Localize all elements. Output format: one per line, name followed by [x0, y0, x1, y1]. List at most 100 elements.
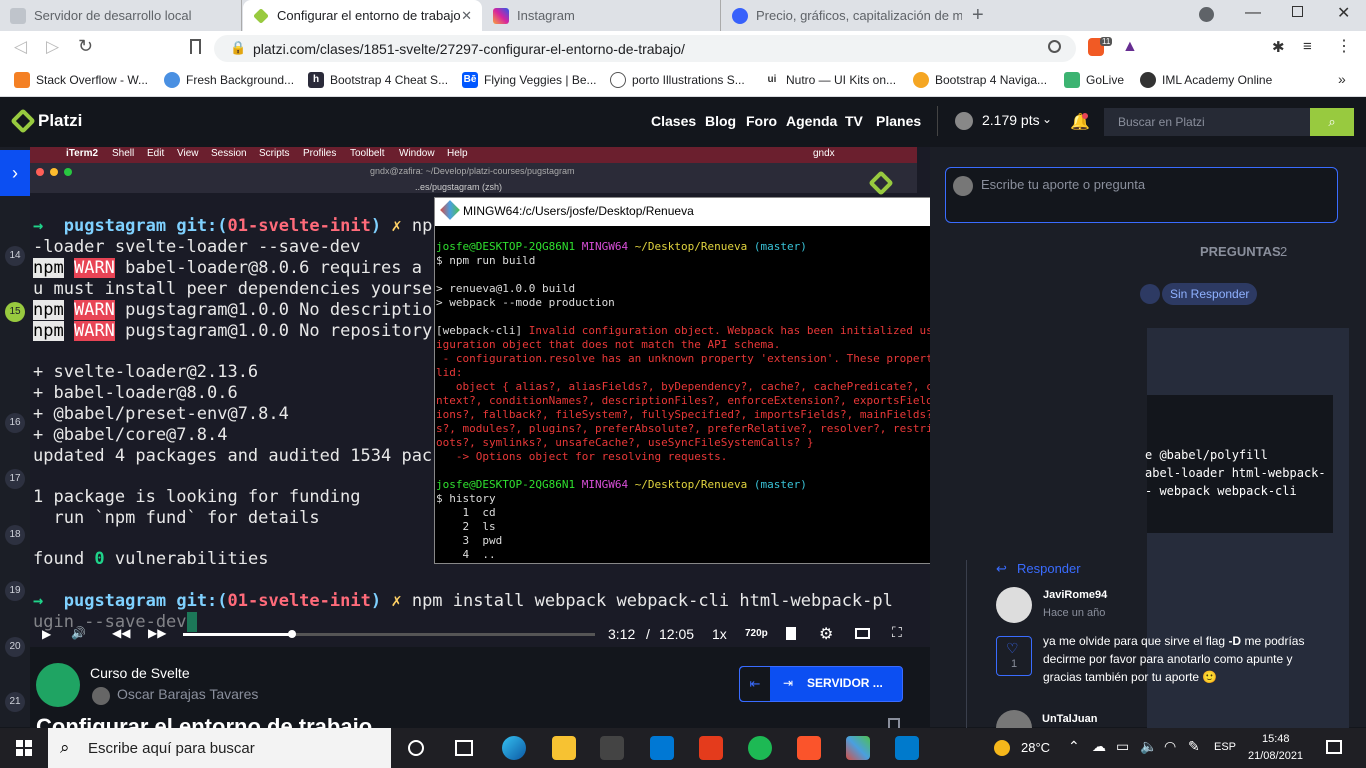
nav-foro[interactable]: Foro — [746, 113, 777, 129]
search-button[interactable]: ⌕ — [1310, 108, 1354, 136]
teacher-name[interactable]: Oscar Barajas Tavares — [117, 686, 258, 702]
timeline-item[interactable]: 17 — [5, 469, 25, 489]
reply-link[interactable]: Responder — [1017, 561, 1081, 576]
timeline-item[interactable]: 18 — [5, 525, 25, 545]
prev-class-icon[interactable]: ⇤ — [740, 667, 770, 701]
clock-time[interactable]: 15:48 — [1262, 733, 1290, 745]
comment-author[interactable]: JaviRome94 — [1043, 589, 1107, 601]
tab-servidor[interactable]: Servidor de desarrollo local — [0, 0, 242, 31]
brave-icon[interactable] — [797, 736, 821, 760]
tab-configurar[interactable]: Configurar el entorno de trabajo ✕ — [243, 0, 482, 31]
task-view-icon[interactable] — [455, 740, 473, 756]
zoom-icon[interactable] — [1048, 40, 1061, 53]
store-icon[interactable] — [600, 736, 624, 760]
tab-instagram[interactable]: Instagram — [483, 0, 721, 31]
reload-icon[interactable]: ↻ — [78, 36, 93, 57]
fullscreen-icon[interactable]: ⛶ — [892, 624, 902, 641]
tab-search-icon[interactable] — [1199, 7, 1214, 22]
nav-clases[interactable]: Clases — [651, 113, 696, 129]
menu-icon[interactable]: ⋮ — [1336, 36, 1352, 56]
quality-button[interactable]: 720p — [745, 628, 768, 639]
vscode-icon[interactable] — [895, 736, 919, 760]
file-explorer-icon[interactable] — [552, 736, 576, 760]
bookmark-porto[interactable]: porto Illustrations S... — [610, 72, 745, 88]
show-hidden-icons-icon[interactable]: ⌃ — [1068, 738, 1080, 755]
office-icon[interactable] — [699, 736, 723, 760]
speed-button[interactable]: 1x — [712, 626, 727, 642]
terminal-line: + @babel/preset-env@7.8.4 — [33, 404, 289, 424]
pip-icon[interactable] — [855, 628, 870, 639]
comment-input[interactable] — [945, 167, 1338, 223]
wifi-icon[interactable]: ◠ — [1164, 738, 1176, 755]
bookmark-bootstrap-navigation[interactable]: Bootstrap 4 Naviga... — [913, 72, 1047, 88]
reading-list-icon[interactable]: ≡ — [1303, 38, 1312, 55]
flag-icon[interactable] — [888, 718, 900, 728]
cloud-icon[interactable]: ☁ — [1092, 738, 1106, 755]
course-badge-icon[interactable] — [36, 663, 80, 707]
volume-icon[interactable]: 🔊 — [71, 626, 86, 640]
progress-handle[interactable] — [288, 630, 296, 638]
bookmark-nutro[interactable]: ui Nutro — UI Kits on... — [764, 72, 896, 88]
timeline-item[interactable]: 20 — [5, 637, 25, 657]
play-icon[interactable]: ▶ — [42, 627, 51, 641]
filter-sin-responder[interactable]: Sin Responder — [1162, 283, 1258, 305]
language-indicator[interactable]: ESP — [1214, 741, 1236, 753]
forward-icon[interactable]: ▷ — [46, 37, 59, 57]
filter-chip-partial[interactable] — [1140, 284, 1160, 304]
tab-precio[interactable]: Precio, gráficos, capitalización de mer — [722, 0, 962, 31]
chevron-down-icon[interactable]: ⌄ — [1042, 112, 1052, 126]
tab-preguntas[interactable]: PREGUNTAS — [1200, 244, 1281, 259]
bookmark-icon[interactable] — [190, 39, 201, 54]
cortana-icon[interactable] — [408, 740, 424, 756]
edge-icon[interactable] — [502, 736, 526, 760]
restore-icon[interactable] — [1292, 6, 1303, 17]
comment-author[interactable]: UnTalJuan — [1042, 713, 1097, 725]
reply-arrow-icon[interactable]: ↩ — [996, 561, 1007, 577]
close-window-icon[interactable]: ✕ — [1337, 3, 1350, 23]
bookmark-stackoverflow[interactable]: Stack Overflow - W... — [14, 72, 148, 88]
git-bash-icon[interactable] — [846, 736, 870, 760]
mail-icon[interactable] — [650, 736, 674, 760]
more-bookmarks-icon[interactable]: » — [1338, 71, 1346, 87]
bookmark-golive[interactable]: GoLive — [1064, 72, 1124, 88]
windows-start-icon[interactable] — [16, 740, 32, 756]
close-tab-icon[interactable]: ✕ — [461, 8, 472, 24]
bookmark-fresh-background[interactable]: Fresh Background... — [164, 72, 294, 88]
nav-blog[interactable]: Blog — [705, 113, 736, 129]
expand-sidebar-icon[interactable]: › — [0, 150, 30, 196]
timeline-item[interactable]: 14 — [5, 246, 25, 266]
new-tab-icon[interactable]: + — [972, 4, 984, 27]
nav-agenda[interactable]: Agenda — [786, 113, 837, 129]
edit-icon[interactable]: ✎ — [1188, 738, 1200, 755]
rewind-icon[interactable]: ◀◀ — [112, 626, 130, 640]
points-label[interactable]: 2.179 pts — [982, 112, 1040, 128]
timeline-item[interactable]: 19 — [5, 581, 25, 601]
avatar[interactable] — [996, 587, 1032, 623]
temperature[interactable]: 28°C — [1021, 740, 1050, 755]
platzi-logo-text[interactable]: Platzi — [38, 111, 82, 131]
brave-rewards-icon[interactable]: ▲ — [1122, 38, 1138, 56]
nav-tv[interactable]: TV — [845, 113, 863, 129]
extensions-icon[interactable]: ✱ — [1272, 38, 1285, 56]
bookmark-video-icon[interactable] — [786, 627, 796, 640]
course-name[interactable]: Curso de Svelte — [90, 665, 190, 681]
url-text[interactable]: platzi.com/clases/1851-svelte/27297-conf… — [253, 41, 685, 57]
timeline-item[interactable]: 16 — [5, 413, 25, 433]
bookmark-iml[interactable]: IML Academy Online — [1140, 72, 1272, 88]
settings-gear-icon[interactable]: ⚙ — [819, 624, 833, 644]
nav-planes[interactable]: Planes — [876, 113, 921, 129]
clock-date[interactable]: 21/08/2021 — [1248, 750, 1303, 762]
timeline-item-current[interactable]: 15 — [5, 302, 25, 322]
spotify-icon[interactable] — [748, 736, 772, 760]
back-icon[interactable]: ◁ — [14, 37, 27, 57]
volume-icon[interactable]: 🔈 — [1140, 738, 1157, 755]
timeline-item[interactable]: 21 — [5, 692, 25, 712]
bookmark-flying-veggies[interactable]: Bē Flying Veggies | Be... — [462, 72, 597, 88]
user-avatar[interactable] — [955, 112, 973, 130]
bookmark-bootstrap-cheat[interactable]: h Bootstrap 4 Cheat S... — [308, 72, 448, 88]
battery-icon[interactable]: ▭ — [1116, 738, 1129, 755]
notifications-icon[interactable] — [1326, 740, 1342, 754]
forward-icon[interactable]: ▶▶ — [148, 626, 166, 640]
minimize-icon[interactable]: — — [1245, 4, 1261, 22]
weather-icon[interactable] — [994, 740, 1010, 756]
